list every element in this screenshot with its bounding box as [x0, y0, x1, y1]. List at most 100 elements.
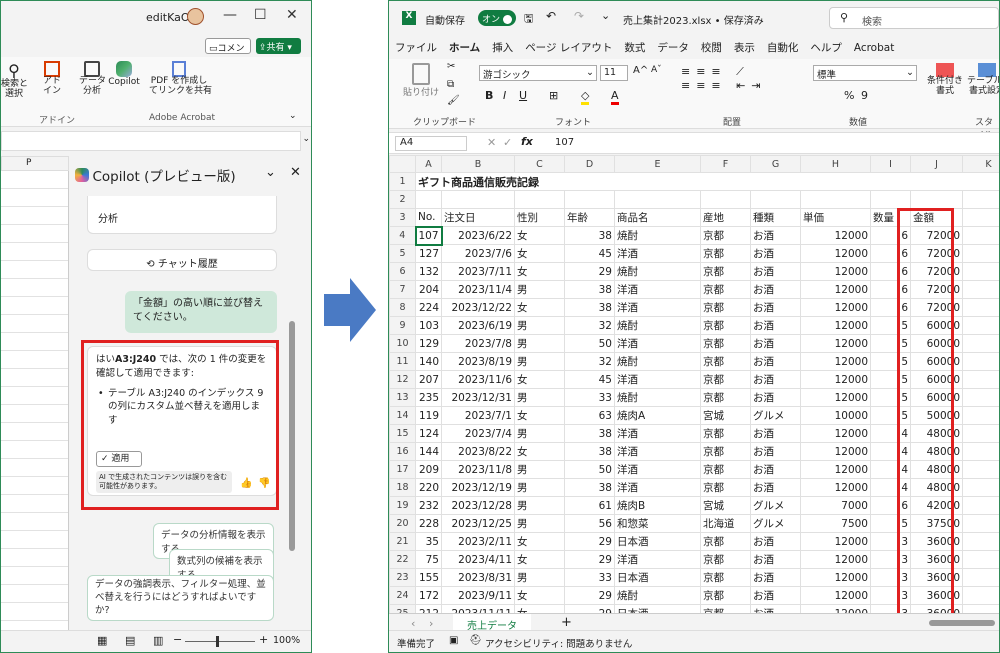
formula-input[interactable]: 107	[555, 137, 574, 148]
close-icon[interactable]: ✕	[290, 165, 301, 180]
cell[interactable]: 75	[415, 550, 442, 569]
cell[interactable]: 140	[415, 352, 442, 371]
italic-icon[interactable]: I	[503, 89, 506, 102]
zoom-in-icon[interactable]: +	[259, 633, 268, 646]
zoom-thumb[interactable]	[216, 636, 219, 647]
row-header[interactable]: 10	[389, 334, 416, 353]
cell[interactable]	[564, 190, 615, 209]
row-header[interactable]: 3	[389, 208, 416, 227]
cell[interactable]: 産地	[700, 208, 751, 227]
row-header[interactable]: 4	[389, 226, 416, 245]
redo-icon[interactable]: ↷	[574, 9, 584, 23]
cell[interactable]: 京都	[700, 460, 751, 479]
font-size-select[interactable]: 11	[600, 65, 628, 81]
save-icon[interactable]: 🖫	[524, 10, 533, 29]
tab-home[interactable]: ホーム	[443, 35, 487, 62]
cell[interactable]: 12000	[800, 550, 871, 569]
avatar[interactable]	[187, 8, 204, 25]
cell[interactable]: 2023/8/22	[441, 442, 515, 461]
cell[interactable]: 103	[415, 316, 442, 335]
prev-sheet-icon[interactable]: ‹	[411, 617, 415, 630]
cell[interactable]: 単価	[800, 208, 871, 227]
cell[interactable]: 焼酎	[614, 262, 701, 281]
cell[interactable]: 焼酎	[614, 388, 701, 407]
cell[interactable]: 宮城	[700, 496, 751, 515]
cell[interactable]: 京都	[700, 280, 751, 299]
minimize-button[interactable]: —	[223, 7, 237, 23]
cell[interactable]: 種類	[750, 208, 801, 227]
tab-page-layout[interactable]: ページ レイアウト	[519, 35, 618, 60]
cell[interactable]: 女	[514, 298, 565, 317]
cell[interactable]: 29	[564, 532, 615, 551]
cell[interactable]: お酒	[750, 352, 801, 371]
cell[interactable]	[962, 316, 999, 335]
cell[interactable]: 12000	[800, 316, 871, 335]
chat-history-button[interactable]: ⟲ チャット履歴	[87, 249, 277, 271]
cell[interactable]: グルメ	[750, 514, 801, 533]
cell[interactable]	[614, 190, 701, 209]
cell[interactable]: 京都	[700, 262, 751, 281]
cell[interactable]	[962, 370, 999, 389]
cell[interactable]: 洋酒	[614, 280, 701, 299]
bold-icon[interactable]: B	[485, 89, 493, 102]
cell[interactable]: 144	[415, 442, 442, 461]
cell[interactable]: 京都	[700, 226, 751, 245]
row-header[interactable]: 17	[389, 460, 416, 479]
cell[interactable]: 男	[514, 460, 565, 479]
row-header[interactable]: 12	[389, 370, 416, 389]
cell[interactable]: お酒	[750, 442, 801, 461]
cell[interactable]: 男	[514, 316, 565, 335]
cell[interactable]: 2023/11/6	[441, 370, 515, 389]
maximize-button[interactable]: ☐	[254, 7, 267, 23]
cell[interactable]: 7500	[800, 514, 871, 533]
cell[interactable]: 209	[415, 460, 442, 479]
cell[interactable]: 2023/12/28	[441, 496, 515, 515]
cell[interactable]	[962, 460, 999, 479]
cell[interactable]: 焼酎	[614, 352, 701, 371]
cell[interactable]	[962, 244, 999, 263]
file-name[interactable]: 売上集計2023.xlsx • 保存済み	[623, 12, 764, 27]
cell[interactable]: 220	[415, 478, 442, 497]
function-icon[interactable]: fx	[521, 135, 533, 148]
cell[interactable]: 男	[514, 424, 565, 443]
cell[interactable]: 年齢	[564, 208, 615, 227]
cell[interactable]: お酒	[750, 280, 801, 299]
cell[interactable]: 男	[514, 514, 565, 533]
accessibility-status[interactable]: アクセシビリティ: 問題ありません	[485, 636, 632, 650]
cell[interactable]: 38	[564, 226, 615, 245]
cell[interactable]: 日本酒	[614, 532, 701, 551]
select-all-corner[interactable]	[389, 155, 416, 173]
cell[interactable]: 2023/7/11	[441, 262, 515, 281]
cell[interactable]	[800, 190, 871, 209]
cell[interactable]: 224	[415, 298, 442, 317]
alignment-buttons[interactable]: ≡≡≡ ⟋ ≡≡≡ ⇤⇥	[681, 65, 791, 92]
cell[interactable]: お酒	[750, 388, 801, 407]
cell[interactable]: 61	[564, 496, 615, 515]
cell[interactable]: 2023/8/31	[441, 568, 515, 587]
cell[interactable]: 2023/12/19	[441, 478, 515, 497]
tab-review[interactable]: 校閲	[695, 35, 728, 60]
cell[interactable]: 12000	[800, 226, 871, 245]
cell[interactable]	[962, 352, 999, 371]
cell[interactable]: 12000	[800, 262, 871, 281]
cell[interactable]: お酒	[750, 370, 801, 389]
cell[interactable]: 2023/9/11	[441, 586, 515, 605]
cell[interactable]: 2023/11/4	[441, 280, 515, 299]
cell[interactable]: 33	[564, 388, 615, 407]
increase-font-icon[interactable]: A^	[633, 65, 648, 76]
cell[interactable]: 127	[415, 244, 442, 263]
cell[interactable]: 2023/7/8	[441, 334, 515, 353]
font-color-icon[interactable]: A	[611, 89, 619, 105]
cell[interactable]: 207	[415, 370, 442, 389]
cell[interactable]: 京都	[700, 370, 751, 389]
column-header[interactable]: K	[962, 155, 999, 173]
row-header[interactable]: 8	[389, 298, 416, 317]
cell[interactable]: 2023/11/8	[441, 460, 515, 479]
cell[interactable]: グルメ	[750, 496, 801, 515]
cell[interactable]	[962, 496, 999, 515]
row-header[interactable]: 6	[389, 262, 416, 281]
fill-color-icon[interactable]: ◇	[581, 89, 590, 105]
cell[interactable]: お酒	[750, 478, 801, 497]
cell[interactable]: 男	[514, 334, 565, 353]
cell[interactable]: 京都	[700, 244, 751, 263]
